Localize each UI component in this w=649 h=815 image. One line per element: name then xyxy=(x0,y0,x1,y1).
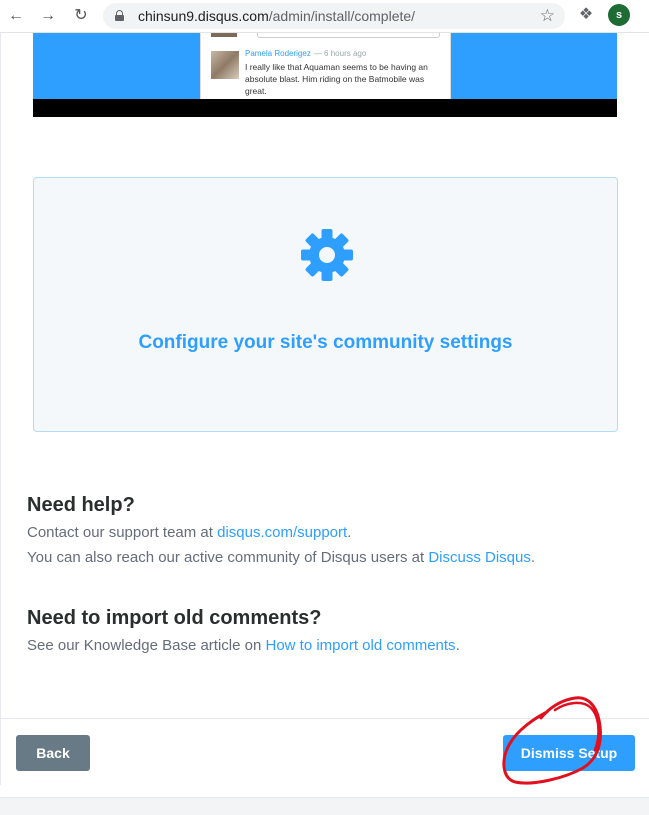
support-line-prefix: Contact our support team at xyxy=(27,524,218,541)
lock-icon xyxy=(115,10,124,21)
profile-avatar[interactable]: s xyxy=(608,4,630,26)
url-path: /admin/install/complete/ xyxy=(268,8,416,24)
preview-comment-time: — 6 hours ago xyxy=(313,49,367,58)
gear-icon xyxy=(301,229,353,281)
preview-commenter-name: Pamela Roderigez xyxy=(245,49,311,58)
page-left-border xyxy=(0,33,1,785)
import-line: See our Knowledge Base article on How to… xyxy=(27,637,460,654)
configure-settings-link[interactable]: Configure your site's community settings xyxy=(34,332,617,354)
support-link[interactable]: disqus.com/support xyxy=(217,524,347,541)
reload-icon[interactable]: ↻ xyxy=(71,6,91,26)
bookmark-star-icon[interactable]: ☆ xyxy=(540,6,555,26)
preview-comment-card: Pamela Roderigez — 6 hours ago I really l… xyxy=(200,33,451,99)
page-bottom-strip xyxy=(0,797,649,815)
back-arrow-icon[interactable]: ← xyxy=(6,6,26,26)
discuss-disqus-link[interactable]: Discuss Disqus xyxy=(428,549,531,566)
support-line-suffix: . xyxy=(347,524,352,541)
forward-arrow-icon[interactable]: → xyxy=(38,6,58,26)
dismiss-setup-button[interactable]: Dismiss Setup xyxy=(503,735,635,771)
back-button[interactable]: Back xyxy=(16,735,90,771)
footer-divider xyxy=(0,718,649,719)
community-line: You can also reach our active community … xyxy=(27,549,535,566)
browser-toolbar: ← → ↻ chinsun9.disqus.com/admin/install/… xyxy=(0,0,649,33)
community-line-suffix: . xyxy=(530,549,536,566)
import-comments-heading: Need to import old comments? xyxy=(27,607,322,629)
support-line: Contact our support team at disqus.com/s… xyxy=(27,524,351,541)
extensions-puzzle-icon[interactable]: ❖ xyxy=(577,6,595,24)
address-bar[interactable]: chinsun9.disqus.com/admin/install/comple… xyxy=(103,3,565,29)
preview-commenter-line: Pamela Roderigez — 6 hours ago xyxy=(245,49,366,58)
need-help-heading: Need help? xyxy=(27,494,135,516)
preview-commenter-avatar xyxy=(211,51,239,79)
community-line-prefix: You can also reach our active community … xyxy=(27,549,429,566)
embed-preview-bottom-bar xyxy=(33,99,617,117)
configure-settings-card[interactable]: Configure your site's community settings xyxy=(33,177,618,432)
import-line-suffix: . xyxy=(455,637,460,654)
preview-comment-text: I really like that Aquaman seems to be h… xyxy=(245,62,428,96)
preview-comment-time-text: 6 hours ago xyxy=(324,49,367,58)
import-line-prefix: See our Knowledge Base article on xyxy=(27,637,266,654)
preview-comment-box xyxy=(257,33,440,38)
preview-avatar-partial xyxy=(211,33,237,37)
url-domain: chinsun9.disqus.com xyxy=(138,8,269,24)
import-comments-link[interactable]: How to import old comments xyxy=(265,637,455,654)
url-text: chinsun9.disqus.com/admin/install/comple… xyxy=(138,8,415,24)
